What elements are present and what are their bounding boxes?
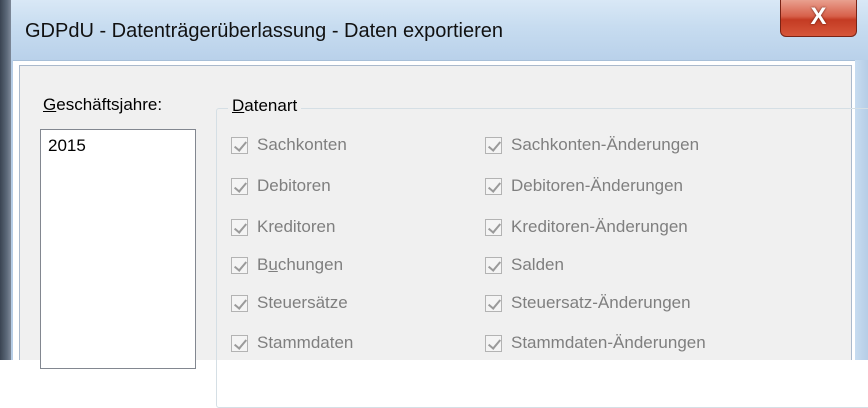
checkbox-debitoren-aenderungen[interactable]: Debitoren-Änderungen: [485, 175, 683, 197]
checkbox-kreditoren[interactable]: Kreditoren: [231, 216, 335, 238]
checkbox-stammdaten-aenderungen[interactable]: Stammdaten-Änderungen: [485, 332, 706, 354]
checkbox-label: Stammdaten-Änderungen: [511, 333, 706, 352]
checkbox-box[interactable]: [231, 136, 248, 154]
list-item-year[interactable]: 2015: [48, 136, 86, 156]
checkbox-box[interactable]: [231, 294, 248, 312]
dialog-window: GDPdU - Datenträgerüberlassung - Daten e…: [11, 0, 868, 408]
checkbox-label: Kreditoren-Änderungen: [511, 217, 688, 236]
title-bar[interactable]: GDPdU - Datenträgerüberlassung - Daten e…: [11, 0, 868, 61]
years-label: Geschäftsjahre:: [43, 95, 163, 114]
checkbox-box[interactable]: [485, 136, 502, 154]
checkbox-box[interactable]: [231, 256, 248, 274]
checkbox-debitoren[interactable]: Debitoren: [231, 175, 331, 197]
datenart-title: Datenart: [228, 96, 302, 116]
checkbox-label: Salden: [511, 255, 564, 274]
checkbox-steuersatz-aenderungen[interactable]: Steuersatz-Änderungen: [485, 292, 691, 314]
close-icon: X: [810, 3, 827, 30]
close-button[interactable]: X: [780, 0, 857, 37]
checkbox-box[interactable]: [485, 218, 502, 236]
checkbox-sachkonten[interactable]: Sachkonten: [231, 134, 347, 156]
checkbox-steuersaetze[interactable]: Steuersätze: [231, 292, 348, 314]
checkbox-box[interactable]: [485, 256, 502, 274]
dialog-client-area: Geschäftsjahre: 2015 Datenart Sachkonten…: [19, 65, 868, 408]
checkbox-box[interactable]: [231, 218, 248, 236]
years-listbox[interactable]: 2015: [40, 129, 196, 369]
checkbox-label: Steuersatz-Änderungen: [511, 293, 691, 312]
checkbox-box[interactable]: [485, 294, 502, 312]
checkbox-sachkonten-aenderungen[interactable]: Sachkonten-Änderungen: [485, 134, 699, 156]
checkbox-label: Buchungen: [257, 255, 344, 274]
checkbox-box[interactable]: [231, 177, 248, 195]
background-window-edge: [0, 0, 11, 360]
checkbox-label: Sachkonten: [257, 135, 347, 154]
window-title: GDPdU - Datenträgerüberlassung - Daten e…: [25, 20, 504, 42]
checkbox-box[interactable]: [485, 334, 502, 352]
checkbox-buchungen[interactable]: Buchungen: [231, 254, 343, 276]
checkbox-kreditoren-aenderungen[interactable]: Kreditoren-Änderungen: [485, 216, 688, 238]
checkbox-box[interactable]: [485, 177, 502, 195]
checkbox-label: Stammdaten: [257, 333, 354, 352]
checkbox-label: Sachkonten-Änderungen: [511, 135, 700, 154]
checkbox-label: Kreditoren: [257, 217, 336, 236]
window-frame-left: [11, 60, 13, 360]
checkbox-label: Debitoren: [257, 176, 331, 195]
checkbox-stammdaten[interactable]: Stammdaten: [231, 332, 353, 354]
checkbox-salden[interactable]: Salden: [485, 254, 564, 276]
checkbox-label: Steuersätze: [257, 293, 348, 312]
checkbox-label: Debitoren-Änderungen: [511, 176, 684, 195]
checkbox-box[interactable]: [231, 334, 248, 352]
